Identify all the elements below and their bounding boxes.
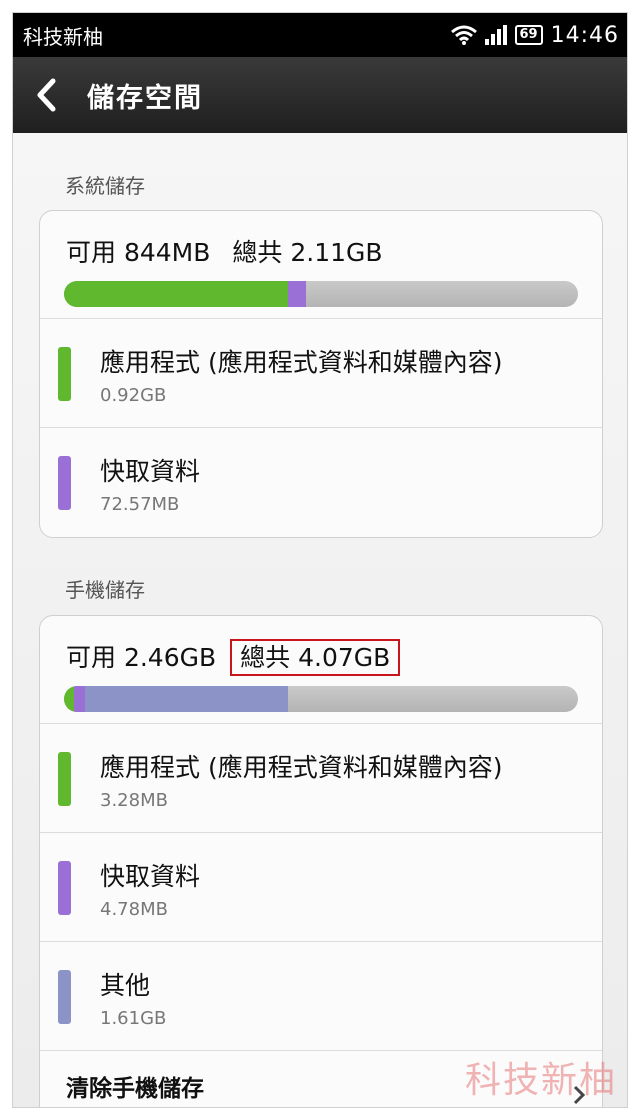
- system-item-apps[interactable]: 應用程式 (應用程式資料和媒體內容) 0.92GB: [40, 319, 602, 428]
- wifi-icon: [450, 25, 477, 45]
- system-available: 可用 844MB: [66, 238, 211, 267]
- phone-item-other-value: 1.61GB: [100, 1008, 167, 1029]
- phone-summary-text: 可用 2.46GB 總共 4.07GB: [66, 638, 401, 676]
- system-usage-bar: [64, 281, 578, 307]
- system-cache-segment: [288, 281, 306, 307]
- phone-apps-segment: [64, 686, 75, 712]
- phone-item-cache-label: 快取資料: [100, 862, 201, 891]
- phone-item-other[interactable]: 其他 1.61GB: [40, 942, 602, 1051]
- system-item-cache-label: 快取資料: [100, 457, 201, 486]
- signal-icon: [484, 25, 507, 45]
- system-storage-heading: 系統儲存: [65, 174, 145, 198]
- status-bar: 科技新柚 69 14:46: [13, 13, 627, 57]
- screen: 科技新柚 69 14:46 儲存空間 系統儲存 可用 844MB 總共 2.11…: [12, 12, 628, 1108]
- action-bar: 儲存空間: [13, 57, 627, 133]
- system-storage-summary: 可用 844MB 總共 2.11GB: [40, 211, 602, 319]
- phone-item-apps[interactable]: 應用程式 (應用程式資料和媒體內容) 3.28MB: [40, 724, 602, 833]
- battery-icon: 69: [514, 25, 543, 45]
- clear-phone-storage-label: 清除手機儲存: [66, 1076, 204, 1102]
- phone-storage-card: 可用 2.46GB 總共 4.07GB 應用程式 (應用程式資料和媒體內容) 3.…: [39, 615, 603, 1107]
- system-summary-text: 可用 844MB 總共 2.11GB: [66, 233, 383, 269]
- apps-color-swatch: [58, 347, 71, 401]
- phone-usage-bar: [64, 686, 578, 712]
- clock: 14:46: [550, 22, 619, 48]
- apps-color-swatch: [58, 752, 71, 806]
- phone-total: 總共 4.07GB: [230, 639, 401, 676]
- system-item-cache-value: 72.57MB: [100, 494, 180, 515]
- other-color-swatch: [58, 970, 71, 1024]
- phone-item-apps-value: 3.28MB: [100, 790, 168, 811]
- phone-available: 可用 2.46GB: [66, 643, 217, 672]
- status-icons: 69 14:46: [450, 22, 620, 48]
- phone-item-cache-value: 4.78MB: [100, 899, 168, 920]
- system-item-apps-value: 0.92GB: [100, 385, 167, 406]
- carrier-label: 科技新柚: [23, 24, 103, 49]
- watermark: 科技新柚: [464, 1060, 617, 1101]
- phone-item-apps-label: 應用程式 (應用程式資料和媒體內容): [100, 753, 503, 782]
- system-item-cache[interactable]: 快取資料 72.57MB: [40, 428, 602, 537]
- cache-color-swatch: [58, 456, 71, 510]
- back-icon[interactable]: [35, 75, 65, 115]
- cache-color-swatch: [58, 861, 71, 915]
- system-item-apps-label: 應用程式 (應用程式資料和媒體內容): [100, 348, 503, 377]
- phone-cache-segment: [74, 686, 85, 712]
- system-total: 總共 2.11GB: [232, 238, 383, 267]
- phone-storage-summary: 可用 2.46GB 總共 4.07GB: [40, 616, 602, 724]
- phone-storage-heading: 手機儲存: [65, 578, 145, 602]
- phone-item-other-label: 其他: [100, 971, 151, 1000]
- system-apps-segment: [64, 281, 289, 307]
- system-storage-card: 可用 844MB 總共 2.11GB 應用程式 (應用程式資料和媒體內容) 0.9…: [39, 210, 603, 538]
- phone-other-segment: [84, 686, 288, 712]
- page-title: 儲存空間: [87, 82, 203, 114]
- phone-item-cache[interactable]: 快取資料 4.78MB: [40, 833, 602, 942]
